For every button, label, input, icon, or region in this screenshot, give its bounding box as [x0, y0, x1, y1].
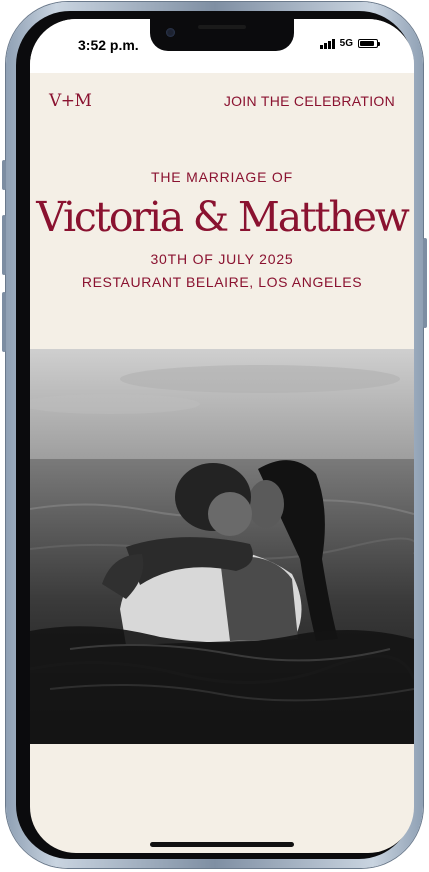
notch	[150, 19, 294, 51]
join-celebration-link[interactable]: JOIN THE CELEBRATION	[224, 93, 395, 109]
wedding-date: 30TH OF JULY 2025	[150, 251, 294, 267]
couple-photo	[30, 349, 414, 744]
battery-icon	[358, 39, 380, 48]
status-time: 3:52 p.m.	[78, 37, 139, 53]
hero: THE MARRIAGE OF Victoria & Matthew 30TH …	[30, 169, 414, 290]
power-button	[423, 238, 427, 328]
front-camera	[166, 28, 175, 37]
home-indicator[interactable]	[150, 842, 294, 847]
mute-switch	[2, 160, 6, 190]
signal-icon	[319, 38, 335, 49]
network-type: 5G	[339, 38, 353, 49]
monogram-logo[interactable]: V+M	[49, 91, 92, 111]
phone-frame: 3:52 p.m. 5G V+M JOIN THE CELEBRATION TH…	[2, 2, 427, 868]
status-indicators: 5G	[319, 38, 380, 49]
volume-down-button	[2, 292, 6, 352]
volume-up-button	[2, 215, 6, 275]
wedding-venue: RESTAURANT BELAIRE, LOS ANGELES	[81, 274, 363, 290]
site-header: V+M JOIN THE CELEBRATION	[30, 73, 414, 133]
screen: 3:52 p.m. 5G V+M JOIN THE CELEBRATION TH…	[30, 19, 414, 853]
status-bar: 3:52 p.m. 5G	[30, 19, 414, 73]
couple-names: Victoria & Matthew	[36, 193, 410, 241]
couple-in-water-image	[30, 349, 414, 744]
hero-eyebrow: THE MARRIAGE OF	[151, 169, 293, 185]
earpiece-speaker	[198, 25, 246, 29]
